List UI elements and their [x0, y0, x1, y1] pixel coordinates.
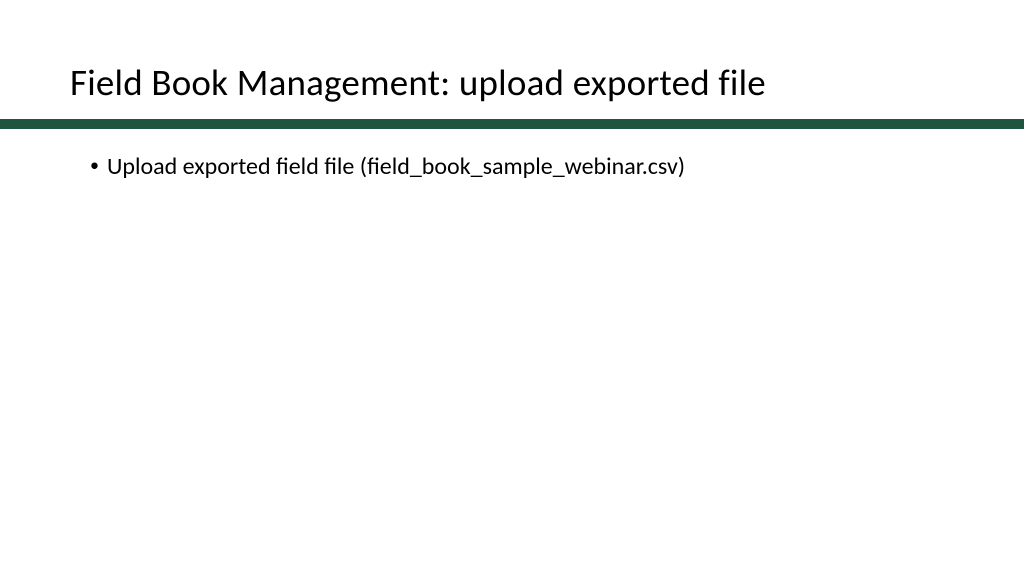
bullet-text: Upload exported field file (field_book_s…: [107, 151, 685, 182]
bullet-marker-icon: •: [90, 151, 99, 180]
slide-content: • Upload exported field file (field_book…: [0, 129, 1024, 182]
slide-container: Field Book Management: upload exported f…: [0, 0, 1024, 576]
title-divider: [0, 119, 1024, 129]
slide-title: Field Book Management: upload exported f…: [0, 0, 1024, 105]
bullet-item: • Upload exported field file (field_book…: [90, 151, 954, 182]
